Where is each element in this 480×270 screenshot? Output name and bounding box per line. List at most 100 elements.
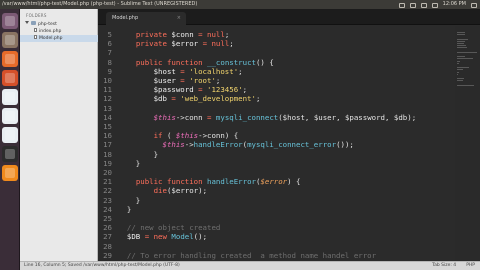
code-token: die bbox=[153, 186, 167, 196]
minimap-line bbox=[457, 34, 465, 36]
code-line[interactable]: public function handleError($error) { bbox=[118, 177, 301, 186]
code-token: // new object created bbox=[126, 223, 221, 233]
code-line[interactable]: if ( $this->conn) { bbox=[118, 131, 239, 141]
line-number: 11 bbox=[103, 85, 112, 95]
code-line[interactable]: public function __construct() { bbox=[118, 58, 274, 67]
minimap-line bbox=[457, 71, 459, 73]
sound-icon[interactable] bbox=[431, 3, 438, 8]
tab-label: Model.php bbox=[112, 15, 139, 21]
line-number: 24 bbox=[103, 204, 112, 214]
code-line[interactable]: $this->handleError(mysqli_connect_error(… bbox=[118, 140, 354, 149]
code-token: function bbox=[166, 57, 203, 67]
code-token: ($error); bbox=[166, 186, 208, 196]
chevron-down-icon[interactable] bbox=[25, 21, 29, 24]
minimap-line bbox=[457, 62, 459, 64]
mail-icon[interactable] bbox=[398, 3, 405, 8]
minimap-line bbox=[457, 40, 466, 42]
code-line[interactable]: } bbox=[118, 205, 131, 214]
code-editor[interactable]: 5 6 7 8 9 10 11 12 13 14 15 16 17 18 19 20 21 22 23 24 25 26 2… bbox=[98, 26, 480, 261]
code-token: $db bbox=[118, 94, 172, 104]
firefox-icon[interactable] bbox=[2, 51, 18, 67]
code-token: mysqli_connect_error bbox=[247, 140, 337, 150]
code-token: function bbox=[166, 177, 203, 187]
code-token: ; bbox=[255, 94, 261, 104]
tab-size-indicator[interactable]: Tab Size: 4 bbox=[432, 262, 456, 270]
impress-icon-glyph bbox=[5, 130, 15, 140]
network-icon[interactable] bbox=[409, 3, 416, 8]
code-token: } bbox=[118, 149, 159, 159]
minimap-line bbox=[457, 43, 464, 44]
code-token: $conn bbox=[166, 30, 199, 39]
code-line[interactable]: // new object created bbox=[118, 223, 220, 232]
code-token: handleError bbox=[207, 177, 256, 187]
code-token: // To error handling created a method na… bbox=[126, 250, 377, 260]
writer-icon-glyph bbox=[5, 92, 15, 102]
code-line[interactable]: $host = 'localhost'; bbox=[118, 67, 243, 76]
clock[interactable]: 12:06 PM bbox=[443, 0, 466, 9]
line-number: 13 bbox=[103, 103, 112, 113]
sidebar-file-label: Model.php bbox=[39, 36, 63, 41]
code-token: ()); bbox=[336, 140, 354, 150]
minimap-line bbox=[457, 47, 467, 49]
code-line[interactable]: $user = 'root'; bbox=[118, 76, 221, 85]
power-icon[interactable] bbox=[471, 3, 477, 8]
code-line[interactable]: $db = 'web_development'; bbox=[118, 94, 261, 104]
minimap-line bbox=[457, 32, 465, 33]
sublime-text-icon[interactable] bbox=[2, 165, 18, 181]
code-line[interactable]: } bbox=[118, 196, 140, 205]
code-token: 'web_development' bbox=[180, 94, 256, 104]
writer-icon[interactable] bbox=[2, 89, 18, 105]
code-token: () { bbox=[255, 57, 274, 67]
code-token: $password bbox=[118, 85, 199, 95]
code-token: } bbox=[118, 204, 132, 214]
sidebar-file-item[interactable]: index.php bbox=[20, 28, 98, 35]
calc-icon[interactable] bbox=[2, 108, 18, 124]
line-number: 6 bbox=[107, 39, 112, 49]
code-token: null bbox=[211, 39, 230, 49]
code-token: ; bbox=[238, 66, 243, 76]
files-icon[interactable] bbox=[2, 32, 18, 48]
close-icon[interactable]: × bbox=[177, 12, 181, 24]
code-token: private bbox=[135, 39, 167, 49]
tab-model-php[interactable]: Model.php × bbox=[106, 12, 186, 25]
battery-icon[interactable] bbox=[420, 3, 427, 8]
folder-row[interactable]: php-test bbox=[20, 21, 98, 28]
code-token: } bbox=[118, 195, 141, 205]
dash-icon[interactable] bbox=[2, 13, 18, 29]
code-token: -> bbox=[184, 140, 194, 150]
code-token: ( bbox=[162, 131, 176, 141]
line-number: 14 bbox=[103, 112, 112, 122]
minimap-line bbox=[457, 69, 463, 71]
software-center-icon[interactable] bbox=[2, 70, 18, 86]
minimap-line bbox=[457, 58, 473, 60]
terminal-icon[interactable] bbox=[2, 146, 18, 162]
line-number: 16 bbox=[103, 131, 112, 141]
status-message: Line 16, Column 5; Saved /var/www/html/p… bbox=[24, 263, 180, 268]
code-token: null bbox=[207, 30, 225, 39]
code-area[interactable]: private $conn = null; private $error = n… bbox=[118, 26, 458, 261]
minimap-line bbox=[457, 84, 475, 86]
code-line[interactable]: $this->conn = mysqli_connect($host, $use… bbox=[118, 112, 417, 122]
syntax-indicator[interactable]: PHP bbox=[466, 262, 475, 270]
minimap-line bbox=[457, 45, 466, 47]
code-line[interactable]: } bbox=[118, 150, 158, 159]
code-line[interactable]: private $conn = null; bbox=[118, 30, 229, 39]
sidebar-file-item[interactable]: Model.php bbox=[20, 35, 98, 42]
line-number-gutter: 5 6 7 8 9 10 11 12 13 14 15 16 17 18 19 20 21 22 23 24 25 26 2… bbox=[98, 26, 114, 261]
code-line[interactable]: private $error = null; bbox=[118, 39, 234, 48]
code-line[interactable]: $password = '123456'; bbox=[118, 85, 247, 94]
code-line[interactable]: } bbox=[118, 159, 140, 168]
minimap[interactable] bbox=[455, 26, 480, 261]
code-line[interactable]: $DB = new Model(); bbox=[118, 232, 207, 241]
code-token: ->conn bbox=[175, 112, 208, 122]
code-line[interactable]: die($error); bbox=[118, 186, 207, 195]
code-token: new bbox=[153, 232, 167, 242]
code-line[interactable]: // To error handling created a method na… bbox=[118, 251, 376, 260]
folders-header: FOLDERS bbox=[26, 13, 47, 18]
impress-icon[interactable] bbox=[2, 127, 18, 143]
code-token: ; bbox=[229, 39, 234, 49]
line-number: 9 bbox=[107, 66, 112, 76]
